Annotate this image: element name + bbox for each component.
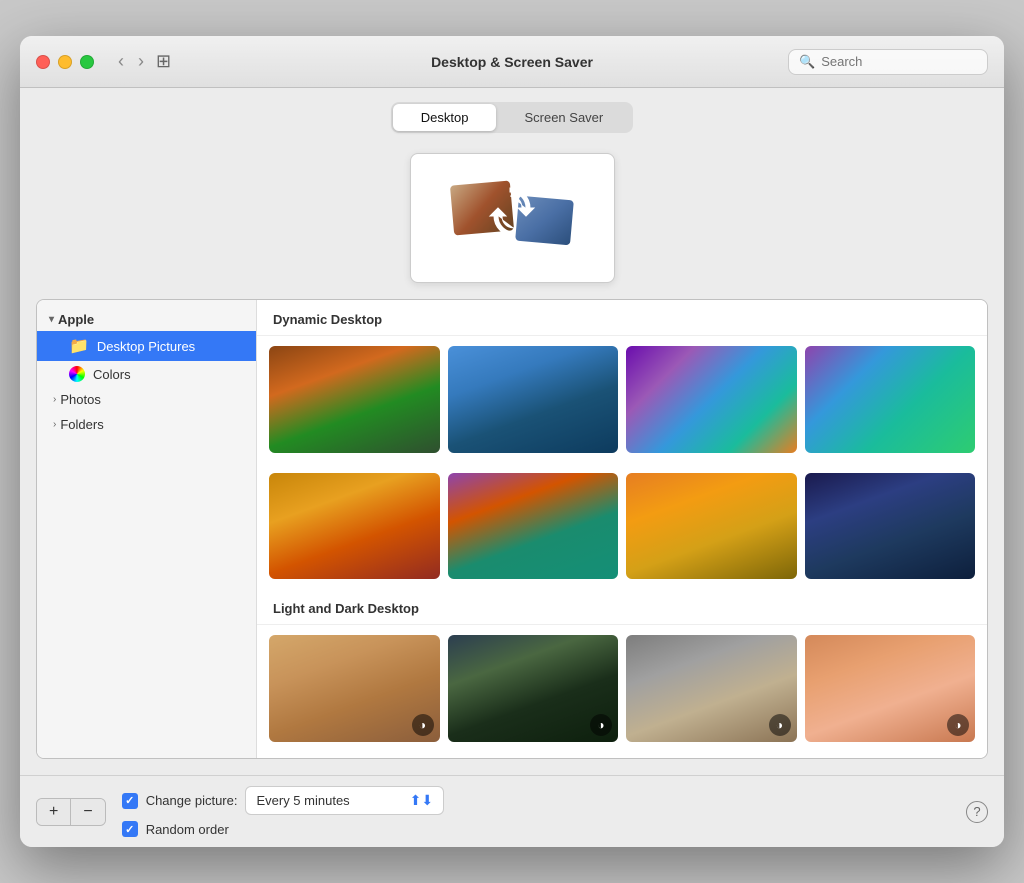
search-icon: 🔍 xyxy=(799,54,815,70)
maximize-button[interactable] xyxy=(80,55,94,69)
section-title-light-dark: Light and Dark Desktop xyxy=(257,589,987,625)
wallpaper-thumb-3[interactable] xyxy=(626,346,797,453)
wallpaper-thumb-11[interactable]: ◑ xyxy=(626,635,797,742)
wallpaper-thumb-6[interactable] xyxy=(448,473,619,580)
chevron-down-icon: ▾ xyxy=(49,314,54,325)
light-dark-icon: ◑ xyxy=(412,714,434,736)
sidebar-item-colors[interactable]: Colors xyxy=(37,361,256,387)
sidebar: ▾ Apple 📁 Desktop Pictures Colors xyxy=(37,300,257,758)
change-picture-label: Change picture: xyxy=(146,793,238,808)
random-order-checkbox[interactable]: ✓ xyxy=(122,821,138,837)
wallpaper-grid-dynamic-row1 xyxy=(257,336,987,463)
wallpaper-thumb-4[interactable] xyxy=(805,346,976,453)
tab-screen-saver[interactable]: Screen Saver xyxy=(496,104,631,131)
section-title-dynamic: Dynamic Desktop xyxy=(257,300,987,336)
tab-desktop[interactable]: Desktop xyxy=(393,104,497,131)
interval-dropdown[interactable]: Every 5 minutes ⬆⬇ xyxy=(245,786,444,815)
add-button[interactable]: + xyxy=(37,799,70,825)
wallpaper-thumb-10[interactable]: ◑ xyxy=(448,635,619,742)
wallpaper-thumb-8[interactable] xyxy=(805,473,976,580)
preview-box xyxy=(410,153,615,283)
main-window: ‹ › ⊞ Desktop & Screen Saver 🔍 Desktop S… xyxy=(20,36,1004,847)
preview-images xyxy=(452,173,572,263)
remove-button[interactable]: − xyxy=(70,799,104,825)
light-dark-icon-4: ◑ xyxy=(947,714,969,736)
sidebar-item-label-desktop-pictures: Desktop Pictures xyxy=(97,339,195,354)
bottom-options: ✓ Change picture: Every 5 minutes ⬆⬇ ✓ R… xyxy=(122,786,950,837)
main-section: ▾ Apple 📁 Desktop Pictures Colors xyxy=(36,299,988,759)
section-dynamic-desktop: Dynamic Desktop xyxy=(257,300,987,589)
bottom-bar: + − ✓ Change picture: Every 5 minutes ⬆⬇… xyxy=(20,775,1004,847)
nav-buttons: ‹ › xyxy=(114,49,148,74)
tabs-bar: Desktop Screen Saver xyxy=(20,88,1004,143)
sidebar-group-label-photos: Photos xyxy=(60,392,100,407)
wallpaper-thumb-5[interactable] xyxy=(269,473,440,580)
sidebar-group-label-folders: Folders xyxy=(60,417,103,432)
grid-button[interactable]: ⊞ xyxy=(156,51,171,72)
random-order-row: ✓ Random order xyxy=(122,821,950,837)
add-remove-buttons: + − xyxy=(36,798,106,826)
wallpaper-grid-dynamic-row2 xyxy=(257,463,987,590)
search-input[interactable] xyxy=(821,54,977,69)
back-button[interactable]: ‹ xyxy=(114,49,128,74)
light-dark-icon-2: ◑ xyxy=(590,714,612,736)
color-wheel-icon xyxy=(69,366,85,382)
search-box: 🔍 xyxy=(788,49,988,75)
random-order-label: Random order xyxy=(146,822,229,837)
sidebar-item-label-colors: Colors xyxy=(93,367,131,382)
main-content: Dynamic Desktop xyxy=(257,300,987,758)
tab-group: Desktop Screen Saver xyxy=(391,102,633,133)
chevron-right-icon: › xyxy=(53,394,56,405)
close-button[interactable] xyxy=(36,55,50,69)
interval-value: Every 5 minutes xyxy=(256,793,349,808)
sidebar-group-apple: ▾ Apple 📁 Desktop Pictures Colors xyxy=(37,308,256,387)
section-light-dark: Light and Dark Desktop ◑ ◑ ◑ ◑ xyxy=(257,589,987,752)
traffic-lights xyxy=(36,55,94,69)
wallpaper-thumb-7[interactable] xyxy=(626,473,797,580)
sidebar-group-folders[interactable]: › Folders xyxy=(37,412,256,437)
wallpaper-grid-light-dark: ◑ ◑ ◑ ◑ xyxy=(257,625,987,752)
chevron-right-icon-2: › xyxy=(53,419,56,430)
light-dark-icon-3: ◑ xyxy=(769,714,791,736)
preview-section xyxy=(36,143,988,299)
titlebar: ‹ › ⊞ Desktop & Screen Saver 🔍 xyxy=(20,36,1004,88)
sidebar-apple-items: 📁 Desktop Pictures Colors xyxy=(37,331,256,387)
dropdown-arrow-icon: ⬆⬇ xyxy=(410,792,433,809)
wallpaper-thumb-12[interactable]: ◑ xyxy=(805,635,976,742)
wallpaper-thumb-2[interactable] xyxy=(448,346,619,453)
sidebar-group-label-apple: Apple xyxy=(58,312,94,327)
sidebar-group-header-apple[interactable]: ▾ Apple xyxy=(37,308,256,331)
help-button[interactable]: ? xyxy=(966,801,988,823)
change-picture-row: ✓ Change picture: Every 5 minutes ⬆⬇ xyxy=(122,786,950,815)
sidebar-item-desktop-pictures[interactable]: 📁 Desktop Pictures xyxy=(37,331,256,361)
window-title: Desktop & Screen Saver xyxy=(431,54,593,70)
sidebar-group-photos[interactable]: › Photos xyxy=(37,387,256,412)
minimize-button[interactable] xyxy=(58,55,72,69)
wallpaper-thumb-9[interactable]: ◑ xyxy=(269,635,440,742)
refresh-arrow-icon xyxy=(482,182,542,254)
change-picture-checkbox[interactable]: ✓ xyxy=(122,793,138,809)
folder-icon: 📁 xyxy=(69,336,89,356)
forward-button[interactable]: › xyxy=(134,49,148,74)
wallpaper-thumb-1[interactable] xyxy=(269,346,440,453)
content-area: ▾ Apple 📁 Desktop Pictures Colors xyxy=(20,143,1004,775)
